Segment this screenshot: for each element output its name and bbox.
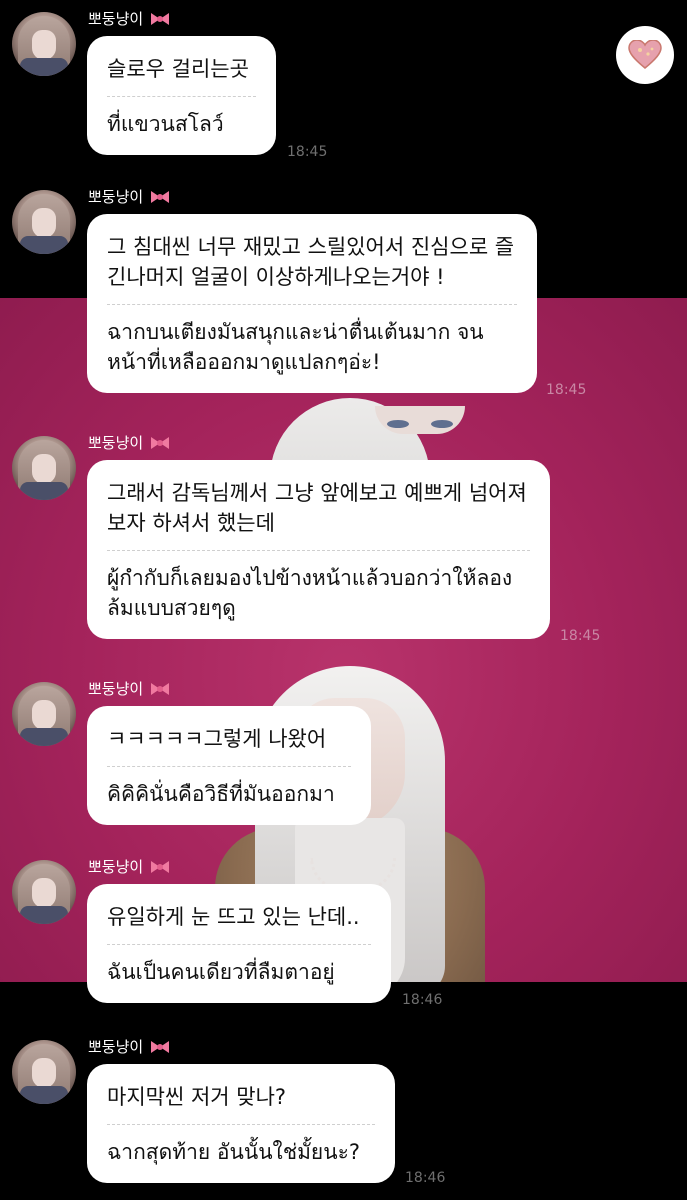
- message-text-korean: 그 침대씬 너무 재밌고 스릴있어서 진심으로 즐긴나머지 얼굴이 이상하게나오…: [107, 235, 515, 289]
- message-sender: 뽀둥냥이: [88, 1036, 171, 1057]
- message-timestamp: 18:46: [405, 1170, 446, 1186]
- sender-name: 뽀둥냥이: [88, 858, 144, 876]
- message-bubble[interactable]: 그래서 감독님께서 그냥 앞에보고 예쁘게 넘어져보자 하셔서 했는데 ผู้ก…: [87, 460, 550, 639]
- message-timestamp: 18:45: [560, 628, 601, 644]
- heart-icon: [628, 40, 662, 69]
- message-timestamp: 18:45: [546, 382, 587, 398]
- message-sender: 뽀둥냥이: [88, 186, 171, 207]
- message-text-thai: ฉากสุดท้าย อันนั้นใช่มั้ยนะ?: [107, 1140, 360, 1164]
- message-text-korean: 그래서 감독님께서 그냥 앞에보고 예쁘게 넘어져보자 하셔서 했는데: [107, 481, 527, 535]
- message-text-thai: คิคิคินั่นคือวิธีที่มันออกมา: [107, 782, 335, 806]
- avatar[interactable]: [12, 12, 76, 76]
- message-sender: 뽀둥냥이: [88, 856, 171, 877]
- message-text-thai: ผู้กำกับก็เลยมองไปข้างหน้าแล้วบอกว่าให้ล…: [107, 566, 513, 620]
- message-timestamp: 18:46: [402, 992, 443, 1008]
- sender-name: 뽀둥냥이: [88, 188, 144, 206]
- pink-ribbon-bow-icon: [151, 190, 170, 203]
- sender-name: 뽀둥냥이: [88, 434, 144, 452]
- pink-ribbon-bow-icon: [151, 1040, 170, 1053]
- message-bubble[interactable]: 그 침대씬 너무 재밌고 스릴있어서 진심으로 즐긴나머지 얼굴이 이상하게나오…: [87, 214, 537, 393]
- message-text-korean: 유일하게 눈 뜨고 있는 난데..: [107, 905, 360, 929]
- message-text-thai: ที่แขวนสโลว์: [107, 112, 224, 136]
- sender-name: 뽀둥냥이: [88, 680, 144, 698]
- message-bubble[interactable]: 슬로우 걸리는곳 ที่แขวนสโลว์: [87, 36, 276, 155]
- message-text-korean: ㅋㅋㅋㅋㅋ그렇게 나왔어: [107, 727, 327, 751]
- message-bubble[interactable]: 유일하게 눈 뜨고 있는 난데.. ฉันเป็นคนเดียวที่ลืมตา…: [87, 884, 391, 1003]
- avatar[interactable]: [12, 682, 76, 746]
- message-text-korean: 마지막씬 저거 맞나?: [107, 1085, 287, 1109]
- message-bubble[interactable]: ㅋㅋㅋㅋㅋ그렇게 나왔어 คิคิคินั่นคือวิธีที่มันออกม…: [87, 706, 371, 825]
- avatar[interactable]: [12, 190, 76, 254]
- message-bubble[interactable]: 마지막씬 저거 맞나? ฉากสุดท้าย อันนั้นใช่มั้ยนะ?: [87, 1064, 395, 1183]
- message-sender: 뽀둥냥이: [88, 8, 171, 29]
- pink-ribbon-bow-icon: [151, 682, 170, 695]
- pink-ribbon-bow-icon: [151, 12, 170, 25]
- sender-name: 뽀둥냥이: [88, 1038, 144, 1056]
- pink-ribbon-bow-icon: [151, 860, 170, 873]
- pink-ribbon-bow-icon: [151, 436, 170, 449]
- message-sender: 뽀둥냥이: [88, 432, 171, 453]
- sender-name: 뽀둥냥이: [88, 10, 144, 28]
- avatar[interactable]: [12, 1040, 76, 1104]
- message-timestamp: 18:45: [287, 144, 328, 160]
- message-sender: 뽀둥냥이: [88, 678, 171, 699]
- heart-reaction-button[interactable]: [616, 26, 674, 84]
- avatar[interactable]: [12, 860, 76, 924]
- avatar[interactable]: [12, 436, 76, 500]
- message-text-thai: ฉันเป็นคนเดียวที่ลืมตาอยู่: [107, 960, 335, 984]
- message-text-korean: 슬로우 걸리는곳: [107, 57, 249, 81]
- message-text-thai: ฉากบนเตียงมันสนุกและน่าตื่นเต้นมาก จนหน้…: [107, 320, 484, 374]
